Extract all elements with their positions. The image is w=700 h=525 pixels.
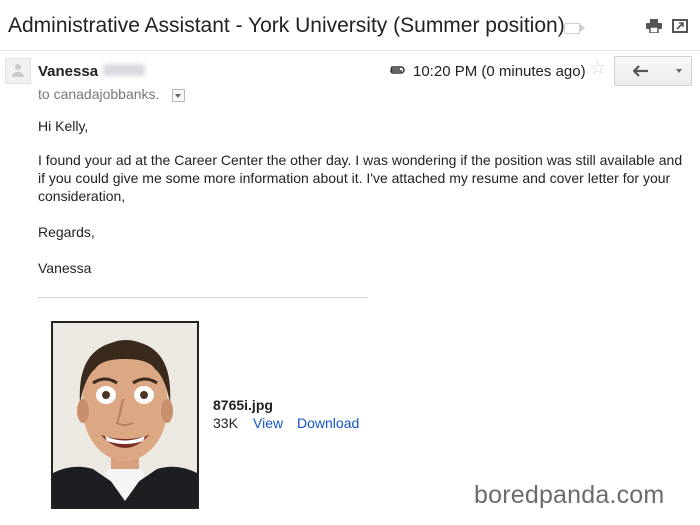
attachment-divider: [38, 297, 368, 298]
sender-avatar[interactable]: [5, 58, 31, 84]
sender-name[interactable]: Vanessa: [38, 63, 98, 80]
email-greeting: Hi Kelly,: [38, 118, 89, 134]
print-icon[interactable]: [646, 19, 662, 33]
reply-button-group: [614, 56, 692, 86]
label-icon[interactable]: [564, 23, 585, 34]
attachment-file-size: 33K: [213, 415, 238, 431]
redacted-surname: [103, 64, 145, 76]
face-photo: [53, 323, 197, 507]
watermark: boredpanda.com: [474, 481, 665, 509]
email-subject: Administrative Assistant - York Universi…: [8, 14, 565, 37]
email-closing: Regards,: [38, 224, 95, 240]
subject-bar: Administrative Assistant - York Universi…: [0, 0, 700, 51]
more-options-button[interactable]: [668, 56, 692, 86]
email-signature: Vanessa: [38, 260, 92, 276]
attachment-file-name: 8765i.jpg: [213, 397, 273, 413]
new-window-icon[interactable]: [672, 19, 688, 33]
paperclip-icon: [390, 66, 405, 74]
download-link[interactable]: Download: [297, 415, 359, 431]
attachment-thumbnail[interactable]: [51, 321, 199, 509]
reply-button[interactable]: [614, 56, 669, 86]
recipient-line: to canadajobbanks.: [38, 86, 160, 102]
timestamp: 10:20 PM (0 minutes ago): [413, 63, 586, 80]
star-icon[interactable]: ☆: [589, 59, 606, 78]
show-details-button[interactable]: [172, 89, 185, 102]
view-link[interactable]: View: [253, 415, 283, 431]
reply-icon: [633, 65, 648, 77]
email-paragraph: I found your ad at the Career Center the…: [38, 152, 683, 204]
